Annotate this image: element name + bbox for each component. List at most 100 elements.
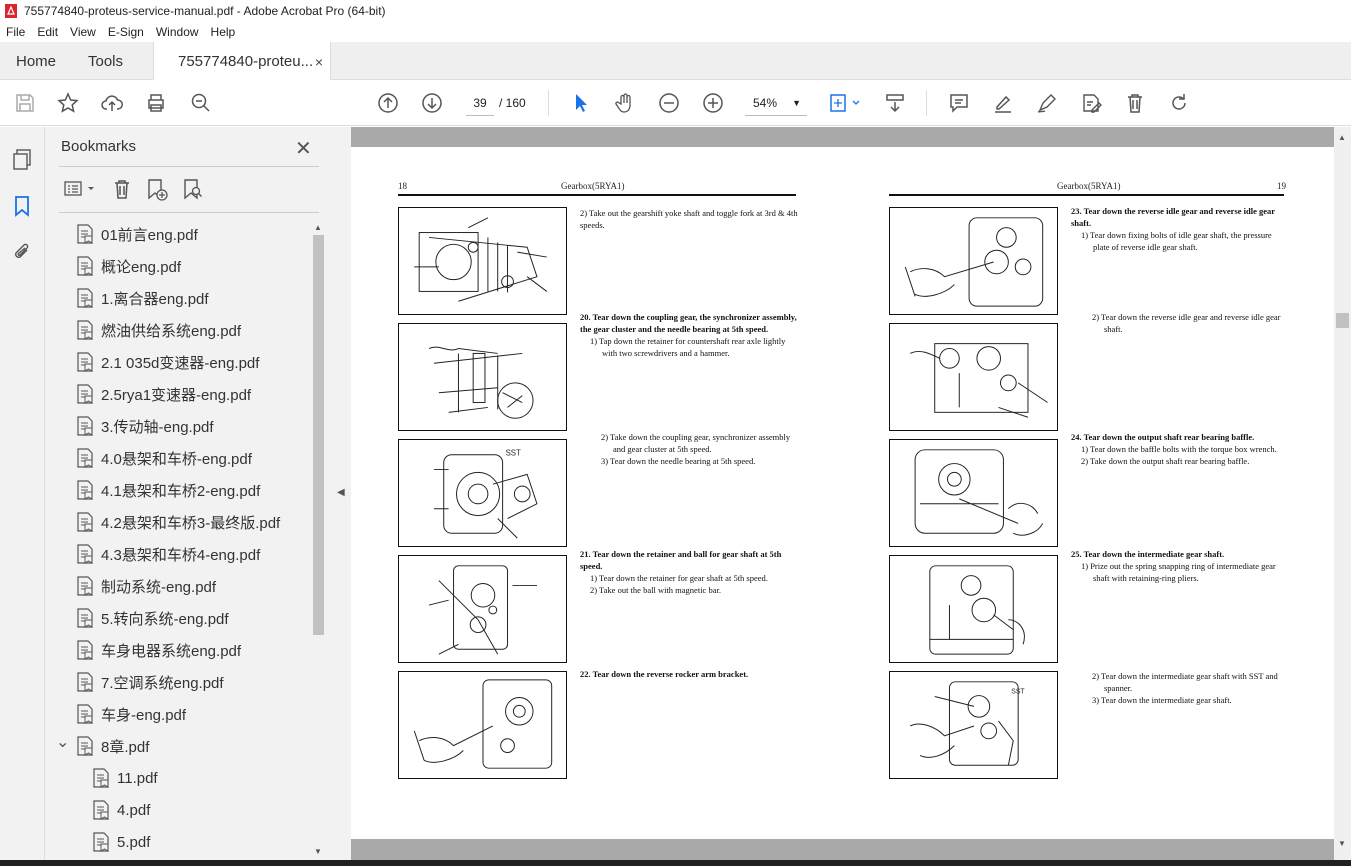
bookmark-item[interactable]: 5.pdf [92,826,150,858]
next-page-icon[interactable] [420,91,444,115]
zoom-search-icon[interactable] [189,91,213,115]
close-tab-icon[interactable]: × [315,54,323,70]
document-scrollbar[interactable]: ▲ ▼ [1334,127,1351,866]
bookmarks-scrollbar[interactable]: ▲ ▼ [311,221,325,861]
scroll-up-icon[interactable]: ▲ [1338,133,1346,142]
bookmark-page-icon [77,544,93,564]
bookmark-item[interactable]: 4.3悬架和车桥4-eng.pdf [76,538,260,570]
bookmark-item[interactable]: ⌄ 8章.pdf [56,730,149,762]
highlight-pen-icon[interactable] [991,91,1015,115]
bookmark-item[interactable]: 5.转向系统-eng.pdf [76,602,229,634]
edit-pdf-icon[interactable] [1079,91,1103,115]
menu-esign[interactable]: E-Sign [102,25,150,39]
chevron-down-icon: ▼ [792,98,801,108]
bookmark-page-icon [77,576,93,596]
collapse-panel-icon[interactable]: ◀ [337,487,345,498]
bookmark-page-icon [77,224,93,244]
bookmark-item[interactable]: 4.1悬架和车桥2-eng.pdf [76,474,260,506]
document-scroll-thumb[interactable] [1336,313,1349,328]
rotate-icon[interactable] [1167,91,1191,115]
figure-idle-gear-bolts [889,207,1058,315]
bookmark-item[interactable]: 4.0悬架和车桥-eng.pdf [76,442,252,474]
step-24-title: 24. Tear down the output shaft rear bear… [1071,432,1255,442]
save-icon[interactable] [13,91,37,115]
scroll-up-icon[interactable]: ▲ [314,223,322,232]
menu-view[interactable]: View [64,25,102,39]
print-icon[interactable] [144,91,168,115]
bookmark-label: 车身电器系统eng.pdf [101,642,242,660]
title-bar: 755774840-proteus-service-manual.pdf - A… [0,0,1351,22]
find-bookmark-icon[interactable] [181,178,205,202]
step-24-2: 2) Take down the output shaft rear beari… [1081,456,1250,466]
document-viewer[interactable]: 18 Gearbox(5RYA1) 2) Take out the gearsh… [351,127,1351,866]
fit-page-icon[interactable] [828,91,862,115]
menu-window[interactable]: Window [150,25,205,39]
bookmark-item[interactable]: 车身电器系统eng.pdf [76,634,241,666]
bookmark-item[interactable]: 1.离合器eng.pdf [76,282,209,314]
bookmark-item[interactable]: 4.2悬架和车桥3-最终版.pdf [76,506,280,538]
zoom-level-select[interactable]: 54% ▼ [745,90,807,116]
hand-tool-icon[interactable] [613,91,637,115]
bookmark-item[interactable]: 11.pdf [92,762,158,794]
step-25: 25. Tear down the intermediate gear shaf… [1071,548,1289,584]
bookmark-item[interactable]: 2.1 035d变速器-eng.pdf [76,346,259,378]
star-icon[interactable] [56,91,80,115]
attachment-icon[interactable] [11,241,33,263]
step-23-title: 23. Tear down the reverse idle gear and … [1071,206,1275,228]
bookmark-item[interactable]: 燃油供给系统eng.pdf [76,314,241,346]
bookmark-label: 4.0悬架和车桥-eng.pdf [101,450,252,468]
select-cursor-icon[interactable] [569,91,593,115]
bookmark-label: 01前言eng.pdf [101,226,198,244]
sign-pen-icon[interactable] [1035,91,1059,115]
expand-chevron-icon[interactable]: ⌄ [56,732,69,752]
bookmark-item[interactable]: 3.传动轴-eng.pdf [76,410,214,442]
svg-text:SST: SST [506,449,521,458]
options-menu-icon[interactable] [63,179,97,199]
step-25-title: 25. Tear down the intermediate gear shaf… [1071,549,1225,559]
bookmark-label: 7.空调系统eng.pdf [101,674,224,692]
step-24: 24. Tear down the output shaft rear bear… [1071,431,1291,467]
tab-tools[interactable]: Tools [88,42,123,80]
panel-splitter[interactable]: ◀ [329,127,351,866]
upload-cloud-icon[interactable] [100,91,124,115]
delete-bookmark-icon[interactable] [111,178,133,200]
bookmark-item[interactable]: 2.5rya1变速器-eng.pdf [76,378,251,410]
page-number-input[interactable]: 39 [466,90,494,116]
previous-page-icon[interactable] [376,91,400,115]
scroll-mode-icon[interactable] [883,91,907,115]
step-23-1: 1) Tear down fixing bolts of idle gear s… [1081,230,1272,252]
menu-edit[interactable]: Edit [31,25,64,39]
tab-home[interactable]: Home [16,42,56,80]
acrobat-icon [5,4,17,18]
bookmark-item[interactable]: 制动系统-eng.pdf [76,570,216,602]
bookmarks-scroll-thumb[interactable] [313,235,324,635]
bookmark-page-icon [77,256,93,276]
left-navigation-rail [0,127,45,866]
bookmark-item[interactable]: 车身-eng.pdf [76,698,186,730]
pdf-page-spread: 18 Gearbox(5RYA1) 2) Take out the gearsh… [351,147,1334,839]
menu-file[interactable]: File [0,25,31,39]
scroll-down-icon[interactable]: ▼ [1338,839,1346,848]
page-thumbnails-icon[interactable] [11,148,33,170]
new-bookmark-icon[interactable] [145,178,169,202]
bookmark-label: 4.1悬架和车桥2-eng.pdf [101,482,261,500]
taskbar [0,860,1351,866]
zoom-in-icon[interactable] [701,91,725,115]
zoom-out-icon[interactable] [657,91,681,115]
bookmark-item[interactable]: 4.pdf [92,794,150,826]
bookmark-item[interactable]: 7.空调系统eng.pdf [76,666,224,698]
scroll-down-icon[interactable]: ▼ [314,847,322,856]
bookmark-icon[interactable] [11,195,33,217]
figure-yoke-shaft [398,207,567,315]
step-20-cont: 2) Take down the coupling gear, synchron… [591,431,796,467]
bookmark-item[interactable]: 01前言eng.pdf [76,218,198,250]
tab-document[interactable]: 755774840-proteu... × [153,42,331,81]
comment-icon[interactable] [947,91,971,115]
menu-help[interactable]: Help [205,25,242,39]
trash-icon[interactable] [1123,91,1147,115]
step-24-1: 1) Tear down the baffle bolts with the t… [1081,444,1277,454]
bookmark-label: 4.3悬架和车桥4-eng.pdf [101,546,261,564]
bookmark-item[interactable]: 概论eng.pdf [76,250,181,282]
bookmarks-title: Bookmarks [61,138,137,155]
close-panel-icon[interactable]: ✕ [295,136,312,161]
